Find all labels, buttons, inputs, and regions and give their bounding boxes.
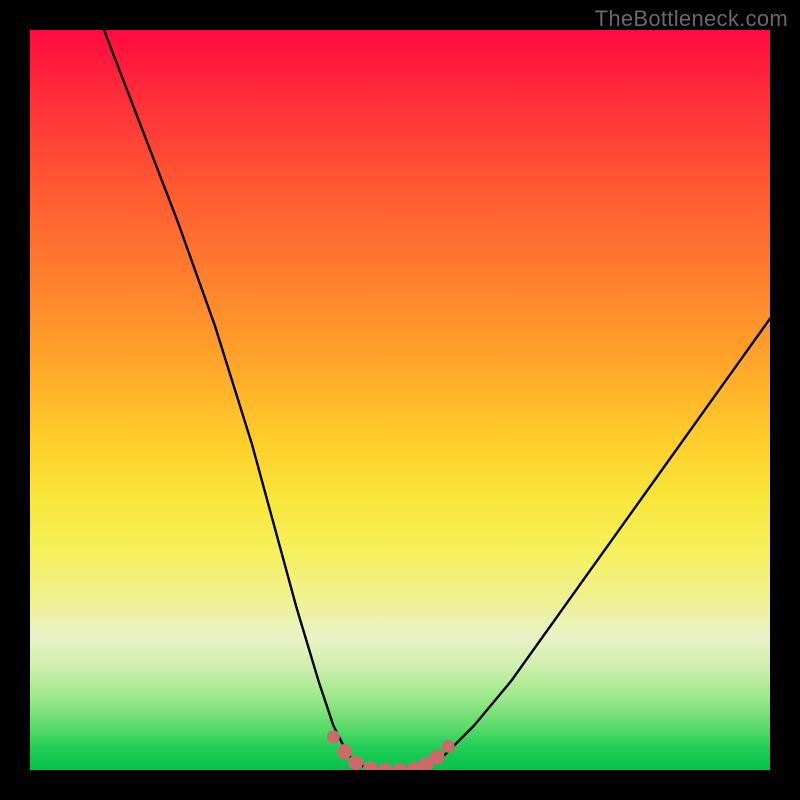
chart-stage: TheBottleneck.com: [0, 0, 800, 800]
valley-dot: [378, 763, 393, 771]
valley-dot: [442, 740, 455, 753]
watermark-text: TheBottleneck.com: [595, 6, 788, 32]
valley-dot: [363, 761, 378, 770]
valley-dot: [393, 763, 408, 771]
bottleneck-curve: [104, 30, 770, 770]
plot-area: [30, 30, 770, 770]
valley-dot: [337, 744, 352, 759]
curve-layer: [30, 30, 770, 770]
valley-dot: [348, 755, 363, 770]
valley-dot: [327, 730, 340, 743]
valley-dots: [327, 730, 455, 770]
valley-dot: [430, 749, 445, 764]
